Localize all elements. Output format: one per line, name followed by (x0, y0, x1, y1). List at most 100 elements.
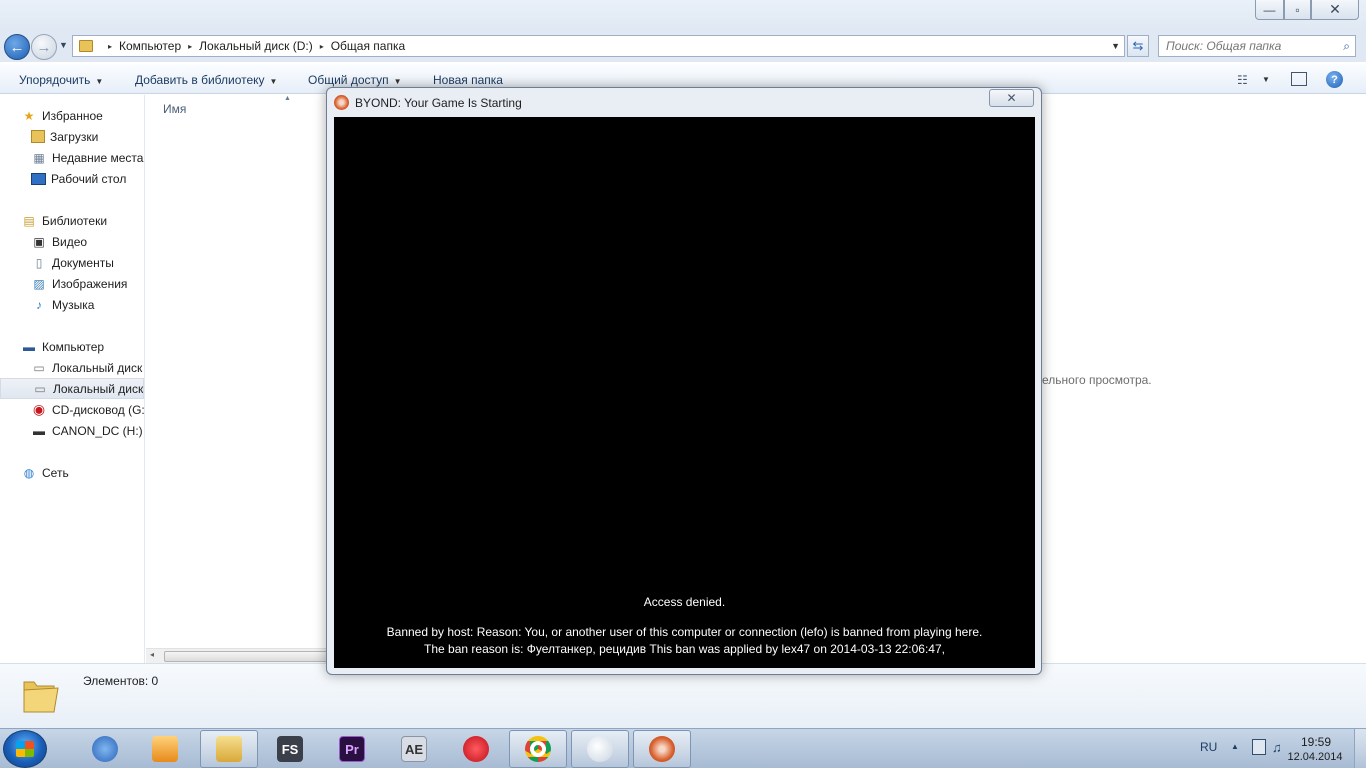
network-icon: ◍ (23, 465, 35, 480)
explorer-icon (216, 736, 242, 762)
sidebar-item-local-disk-d[interactable]: ▭ Локальный диск (0, 378, 144, 399)
taskbar-chrome[interactable] (509, 730, 567, 768)
share-label: Общий доступ (308, 73, 389, 87)
clock-date[interactable]: 12.04.2014 (1284, 751, 1346, 763)
system-drive-icon: ▭ (33, 360, 45, 375)
taskbar-media-player[interactable] (136, 730, 194, 768)
help-button[interactable]: ? (1326, 71, 1343, 88)
taskbar: FS Pr AE RU ▲ ♫ 19:59 12.04.2014 (0, 728, 1366, 768)
sidebar-item-label: Музыка (52, 297, 95, 312)
show-desktop-button[interactable] (1354, 729, 1366, 768)
navigation-pane: ★ Избранное Загрузки ▦ Недавние места Ра… (0, 95, 145, 663)
chevron-down-icon: ▼ (95, 77, 104, 86)
sidebar-item-documents[interactable]: ▯ Документы (0, 252, 144, 273)
new-folder-button[interactable]: Новая папка (433, 73, 503, 87)
fs-app-icon: FS (277, 736, 303, 762)
music-note-icon: ♪ (36, 297, 42, 312)
access-denied-message: Access denied. (643, 595, 726, 609)
taskbar-paint[interactable] (571, 730, 629, 768)
desktop-icon (31, 172, 46, 185)
dialog-title: BYOND: Your Game Is Starting (355, 96, 522, 110)
document-icon: ▯ (35, 255, 43, 270)
taskbar-thunderbird[interactable] (76, 730, 134, 768)
add-to-library-menu[interactable]: Добавить в библиотеку ▼ (135, 73, 277, 87)
search-box[interactable]: ⌕ (1158, 35, 1356, 57)
byond-dialog: BYOND: Your Game Is Starting ✕ Access de… (326, 87, 1042, 675)
arrow-left-icon: ← (9, 38, 25, 56)
maximize-button[interactable]: ▫ (1284, 0, 1311, 20)
dialog-close-button[interactable]: ✕ (989, 89, 1034, 107)
sidebar-item-label: Изображения (52, 276, 128, 291)
sidebar-item-label: Компьютер (42, 339, 105, 354)
sidebar-item-label: Библиотеки (42, 213, 108, 228)
opera-icon (463, 736, 489, 762)
taskbar-explorer[interactable] (200, 730, 258, 768)
chevron-down-icon[interactable]: ▼ (1262, 75, 1270, 84)
sidebar-item-label: Сеть (42, 465, 69, 480)
sidebar-item-desktop[interactable]: Рабочий стол (0, 168, 144, 189)
premiere-icon: Pr (339, 736, 365, 762)
sidebar-item-local-disk-c[interactable]: ▭ Локальный диск (0, 357, 144, 378)
sidebar-item-label: CD-дисковод (G: (52, 402, 144, 417)
sidebar-item-canon[interactable]: ▬ CANON_DC (H:) (0, 420, 144, 441)
star-icon: ★ (23, 108, 35, 123)
film-icon: ▣ (33, 234, 45, 249)
scrollbar-thumb[interactable] (164, 651, 328, 662)
sidebar-item-label: Локальный диск (52, 360, 143, 375)
explorer-titlebar: — ▫ ✕ (0, 0, 1366, 32)
share-menu[interactable]: Общий доступ ▼ (308, 73, 402, 87)
organize-menu[interactable]: Упорядочить ▼ (19, 73, 103, 87)
close-button[interactable]: ✕ (1311, 0, 1359, 20)
taskbar-after-effects[interactable]: AE (385, 730, 443, 768)
minimize-button[interactable]: — (1255, 0, 1284, 20)
sidebar-item-computer[interactable]: ▬ Компьютер (0, 336, 144, 357)
sidebar-item-favorites[interactable]: ★ Избранное (0, 105, 144, 126)
drive-icon: ▭ (34, 381, 46, 396)
picture-icon: ▨ (33, 276, 45, 291)
show-hidden-icons-button[interactable]: ▲ (1231, 742, 1239, 751)
forward-button[interactable]: → (31, 34, 57, 60)
taskbar-fs[interactable]: FS (261, 730, 319, 768)
after-effects-icon: AE (401, 736, 427, 762)
back-button[interactable]: ← (4, 34, 30, 60)
breadcrumb-separator[interactable]: ▸ (188, 42, 192, 51)
game-screen: Access denied. Banned by host: Reason: Y… (334, 117, 1035, 668)
byond-icon (649, 736, 675, 762)
sidebar-item-music[interactable]: ♪ Музыка (0, 294, 144, 315)
change-view-button[interactable]: ☷ (1237, 73, 1248, 87)
breadcrumb-computer[interactable]: Компьютер (119, 39, 181, 53)
horizontal-scrollbar[interactable]: ◂ (146, 648, 328, 664)
organize-label: Упорядочить (19, 73, 91, 87)
sidebar-item-video[interactable]: ▣ Видео (0, 231, 144, 252)
sidebar-item-libraries[interactable]: ▤ Библиотеки (0, 210, 144, 231)
taskbar-premiere[interactable]: Pr (323, 730, 381, 768)
volume-icon[interactable]: ♫ (1272, 740, 1282, 755)
column-header-name[interactable]: Имя (163, 102, 186, 116)
sidebar-item-label: Загрузки (50, 129, 99, 144)
sidebar-item-images[interactable]: ▨ Изображения (0, 273, 144, 294)
recent-pages-dropdown[interactable]: ▼ (59, 40, 68, 50)
breadcrumb-local-disk-d[interactable]: Локальный диск (D:) (199, 39, 313, 53)
preview-pane-button[interactable] (1291, 72, 1307, 86)
clock-time[interactable]: 19:59 (1286, 735, 1346, 749)
address-bar[interactable]: ▸ Компьютер ▸ Локальный диск (D:) ▸ Обща… (72, 35, 1125, 57)
sidebar-item-recent-places[interactable]: ▦ Недавние места (0, 147, 144, 168)
refresh-button[interactable]: ⇆ (1127, 35, 1149, 57)
breadcrumb-shared-folder[interactable]: Общая папка (331, 39, 405, 53)
language-indicator[interactable]: RU (1200, 740, 1217, 754)
search-input[interactable] (1166, 39, 1336, 53)
address-dropdown-icon[interactable]: ▼ (1111, 41, 1120, 51)
breadcrumb-separator[interactable]: ▸ (320, 42, 324, 51)
sidebar-item-network[interactable]: ◍ Сеть (0, 462, 144, 483)
taskbar-byond[interactable] (633, 730, 691, 768)
folder-icon (79, 40, 93, 52)
search-icon[interactable]: ⌕ (1343, 39, 1350, 54)
taskbar-opera[interactable] (447, 730, 505, 768)
folder-icon (23, 681, 59, 713)
sidebar-item-cd-drive[interactable]: ◉ CD-дисковод (G: (0, 399, 144, 420)
sidebar-item-downloads[interactable]: Загрузки (0, 126, 144, 147)
scroll-left-icon[interactable]: ◂ (150, 650, 154, 659)
network-tray-icon[interactable] (1252, 739, 1266, 755)
start-button[interactable] (3, 730, 47, 768)
arrow-right-icon: → (36, 38, 52, 56)
